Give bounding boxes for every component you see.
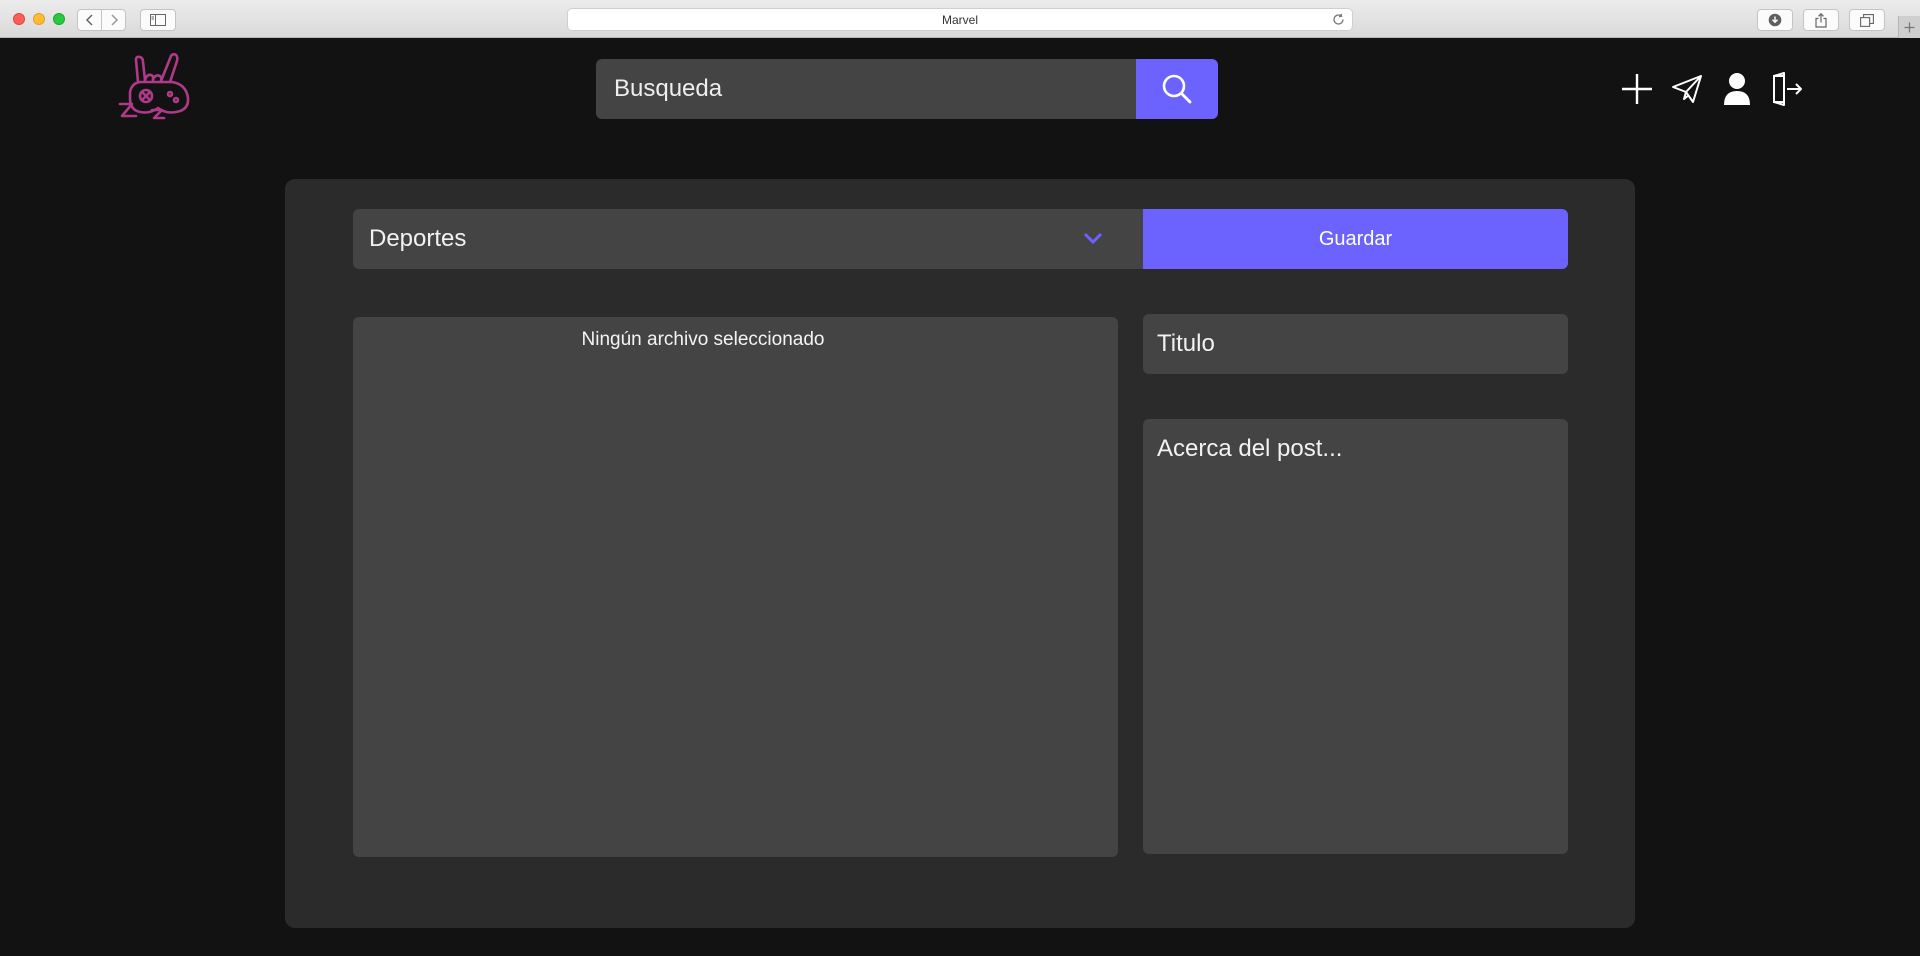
chevron-down-icon: [1083, 232, 1103, 245]
app-logo[interactable]: [116, 52, 194, 120]
address-bar[interactable]: Marvel: [567, 8, 1353, 31]
minimize-window-button[interactable]: [33, 13, 45, 25]
new-post-button[interactable]: [1619, 70, 1655, 108]
search-input[interactable]: [596, 59, 1136, 119]
logout-icon: [1773, 72, 1802, 106]
download-icon: [1768, 13, 1782, 27]
messages-button[interactable]: [1669, 70, 1705, 108]
forward-button[interactable]: [101, 9, 126, 31]
plus-icon: [1622, 74, 1652, 104]
back-button[interactable]: [77, 9, 102, 31]
browser-toolbar: Marvel: [0, 0, 1920, 38]
share-icon: [1815, 12, 1827, 28]
search-icon: [1162, 74, 1192, 104]
plus-icon: [1904, 22, 1915, 32]
tabs-icon: [1860, 13, 1874, 27]
chevron-left-icon: [85, 14, 93, 26]
maximize-window-button[interactable]: [53, 13, 65, 25]
about-post-textarea[interactable]: [1143, 419, 1568, 854]
share-button[interactable]: [1803, 9, 1839, 31]
gamer-hand-logo-icon: [118, 52, 190, 120]
save-button[interactable]: Guardar: [1143, 209, 1568, 269]
search-button[interactable]: [1136, 59, 1218, 119]
file-upload-area[interactable]: Ningún archivo seleccionado: [353, 317, 1118, 857]
new-tab-button[interactable]: [1898, 16, 1920, 38]
send-icon: [1672, 75, 1702, 103]
user-icon: [1724, 73, 1750, 105]
sidebar-icon: [150, 14, 166, 26]
chevron-right-icon: [110, 14, 118, 26]
profile-button[interactable]: [1719, 70, 1755, 108]
sidebar-toggle-button[interactable]: [140, 9, 176, 31]
close-window-button[interactable]: [13, 13, 25, 25]
category-select[interactable]: Deportes: [353, 209, 1143, 269]
category-selected-value: Deportes: [369, 225, 467, 252]
downloads-button[interactable]: [1757, 9, 1793, 31]
page-title: Marvel: [941, 12, 978, 27]
tab-overview-button[interactable]: [1849, 9, 1885, 31]
reload-icon[interactable]: [1332, 13, 1345, 26]
search-bar: [596, 59, 1218, 119]
logout-button[interactable]: [1769, 70, 1805, 108]
title-input[interactable]: [1143, 314, 1568, 374]
file-status-text: Ningún archivo seleccionado: [581, 329, 825, 350]
